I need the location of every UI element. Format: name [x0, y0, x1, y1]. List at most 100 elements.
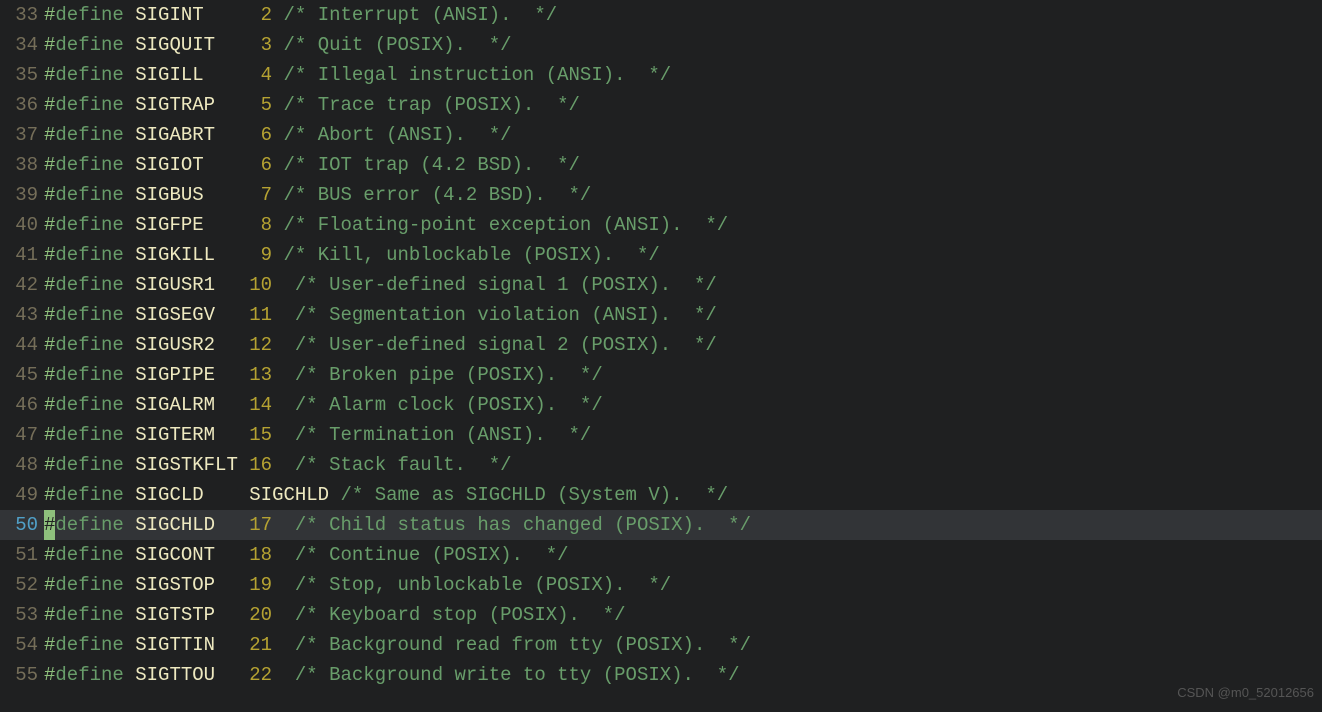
hash-token: # [44, 184, 55, 206]
comment: /* Keyboard stop (POSIX). */ [295, 604, 626, 626]
hash-token: # [44, 364, 55, 386]
code-line[interactable]: 49#define SIGCLD SIGCHLD /* Same as SIGC… [0, 480, 1322, 510]
macro-name: SIGCHLD [135, 514, 249, 536]
code-content: #define SIGFPE 8 /* Floating-point excep… [44, 210, 1322, 240]
code-line[interactable]: 38#define SIGIOT 6 /* IOT trap (4.2 BSD)… [0, 150, 1322, 180]
line-number: 51 [0, 540, 44, 570]
macro-value-number: 2 [249, 4, 272, 26]
hash-token: # [44, 424, 55, 446]
macro-name: SIGINT [135, 4, 249, 26]
comment: /* Interrupt (ANSI). */ [283, 4, 557, 26]
code-content: #define SIGALRM 14 /* Alarm clock (POSIX… [44, 390, 1322, 420]
line-number: 46 [0, 390, 44, 420]
hash-token: # [44, 544, 55, 566]
comment: /* Stack fault. */ [295, 454, 512, 476]
code-line[interactable]: 50#define SIGCHLD 17 /* Child status has… [0, 510, 1322, 540]
code-content: #define SIGBUS 7 /* BUS error (4.2 BSD).… [44, 180, 1322, 210]
comment: /* Alarm clock (POSIX). */ [295, 394, 603, 416]
macro-value-number: 20 [249, 604, 272, 626]
code-line[interactable]: 40#define SIGFPE 8 /* Floating-point exc… [0, 210, 1322, 240]
define-keyword: define [55, 64, 135, 86]
line-number: 44 [0, 330, 44, 360]
macro-value-number: 14 [249, 394, 272, 416]
define-keyword: define [55, 454, 135, 476]
code-content: #define SIGTERM 15 /* Termination (ANSI)… [44, 420, 1322, 450]
macro-value-number: 6 [249, 124, 272, 146]
code-content: #define SIGSTOP 19 /* Stop, unblockable … [44, 570, 1322, 600]
macro-name: SIGUSR1 [135, 274, 249, 296]
hash-token: # [44, 274, 55, 296]
code-line[interactable]: 48#define SIGSTKFLT 16 /* Stack fault. *… [0, 450, 1322, 480]
macro-name: SIGBUS [135, 184, 249, 206]
line-number: 52 [0, 570, 44, 600]
hash-token: # [44, 214, 55, 236]
define-keyword: define [55, 514, 135, 536]
code-line[interactable]: 39#define SIGBUS 7 /* BUS error (4.2 BSD… [0, 180, 1322, 210]
macro-value-number: 9 [249, 244, 272, 266]
macro-value-number: 4 [249, 64, 272, 86]
macro-name: SIGTERM [135, 424, 249, 446]
code-line[interactable]: 54#define SIGTTIN 21 /* Background read … [0, 630, 1322, 660]
define-keyword: define [55, 634, 135, 656]
code-content: #define SIGKILL 9 /* Kill, unblockable (… [44, 240, 1322, 270]
macro-name: SIGALRM [135, 394, 249, 416]
macro-value-number: 5 [249, 94, 272, 116]
macro-name: SIGQUIT [135, 34, 249, 56]
define-keyword: define [55, 154, 135, 176]
comment: /* Broken pipe (POSIX). */ [295, 364, 603, 386]
line-number: 50 [0, 510, 44, 540]
code-content: #define SIGTSTP 20 /* Keyboard stop (POS… [44, 600, 1322, 630]
code-line[interactable]: 45#define SIGPIPE 13 /* Broken pipe (POS… [0, 360, 1322, 390]
code-editor[interactable]: 33#define SIGINT 2 /* Interrupt (ANSI). … [0, 0, 1322, 712]
hash-token: # [44, 634, 55, 656]
line-number: 53 [0, 600, 44, 630]
code-line[interactable]: 55#define SIGTTOU 22 /* Background write… [0, 660, 1322, 690]
hash-token: # [44, 4, 55, 26]
code-line[interactable]: 41#define SIGKILL 9 /* Kill, unblockable… [0, 240, 1322, 270]
define-keyword: define [55, 394, 135, 416]
code-line[interactable]: 47#define SIGTERM 15 /* Termination (ANS… [0, 420, 1322, 450]
comment: /* Termination (ANSI). */ [295, 424, 591, 446]
code-content: #define SIGQUIT 3 /* Quit (POSIX). */ [44, 30, 1322, 60]
code-line[interactable]: 53#define SIGTSTP 20 /* Keyboard stop (P… [0, 600, 1322, 630]
comment: /* IOT trap (4.2 BSD). */ [283, 154, 579, 176]
macro-value-number: 16 [249, 454, 272, 476]
code-line[interactable]: 34#define SIGQUIT 3 /* Quit (POSIX). */ [0, 30, 1322, 60]
code-line[interactable]: 37#define SIGABRT 6 /* Abort (ANSI). */ [0, 120, 1322, 150]
code-line[interactable]: 35#define SIGILL 4 /* Illegal instructio… [0, 60, 1322, 90]
code-line[interactable]: 51#define SIGCONT 18 /* Continue (POSIX)… [0, 540, 1322, 570]
comment: /* Segmentation violation (ANSI). */ [295, 304, 717, 326]
hash-token: # [44, 154, 55, 176]
comment: /* Floating-point exception (ANSI). */ [283, 214, 728, 236]
code-content: #define SIGTTOU 22 /* Background write t… [44, 660, 1322, 690]
line-number: 41 [0, 240, 44, 270]
macro-name: SIGABRT [135, 124, 249, 146]
code-line[interactable]: 33#define SIGINT 2 /* Interrupt (ANSI). … [0, 0, 1322, 30]
hash-token: # [44, 94, 55, 116]
code-line[interactable]: 36#define SIGTRAP 5 /* Trace trap (POSIX… [0, 90, 1322, 120]
define-keyword: define [55, 94, 135, 116]
line-number: 34 [0, 30, 44, 60]
code-line[interactable]: 44#define SIGUSR2 12 /* User-defined sig… [0, 330, 1322, 360]
define-keyword: define [55, 4, 135, 26]
macro-name: SIGPIPE [135, 364, 249, 386]
code-line[interactable]: 42#define SIGUSR1 10 /* User-defined sig… [0, 270, 1322, 300]
macro-value-identifier: SIGCHLD [249, 484, 329, 506]
code-line[interactable]: 43#define SIGSEGV 11 /* Segmentation vio… [0, 300, 1322, 330]
line-number: 43 [0, 300, 44, 330]
line-number: 54 [0, 630, 44, 660]
macro-name: SIGSTOP [135, 574, 249, 596]
code-content: #define SIGCONT 18 /* Continue (POSIX). … [44, 540, 1322, 570]
define-keyword: define [55, 544, 135, 566]
macro-value-number: 18 [249, 544, 272, 566]
line-number: 42 [0, 270, 44, 300]
macro-value-number: 7 [249, 184, 272, 206]
code-line[interactable]: 52#define SIGSTOP 19 /* Stop, unblockabl… [0, 570, 1322, 600]
code-content: #define SIGCLD SIGCHLD /* Same as SIGCHL… [44, 480, 1322, 510]
code-line[interactable]: 46#define SIGALRM 14 /* Alarm clock (POS… [0, 390, 1322, 420]
define-keyword: define [55, 484, 135, 506]
define-keyword: define [55, 34, 135, 56]
define-keyword: define [55, 574, 135, 596]
comment: /* BUS error (4.2 BSD). */ [283, 184, 591, 206]
code-content: #define SIGABRT 6 /* Abort (ANSI). */ [44, 120, 1322, 150]
